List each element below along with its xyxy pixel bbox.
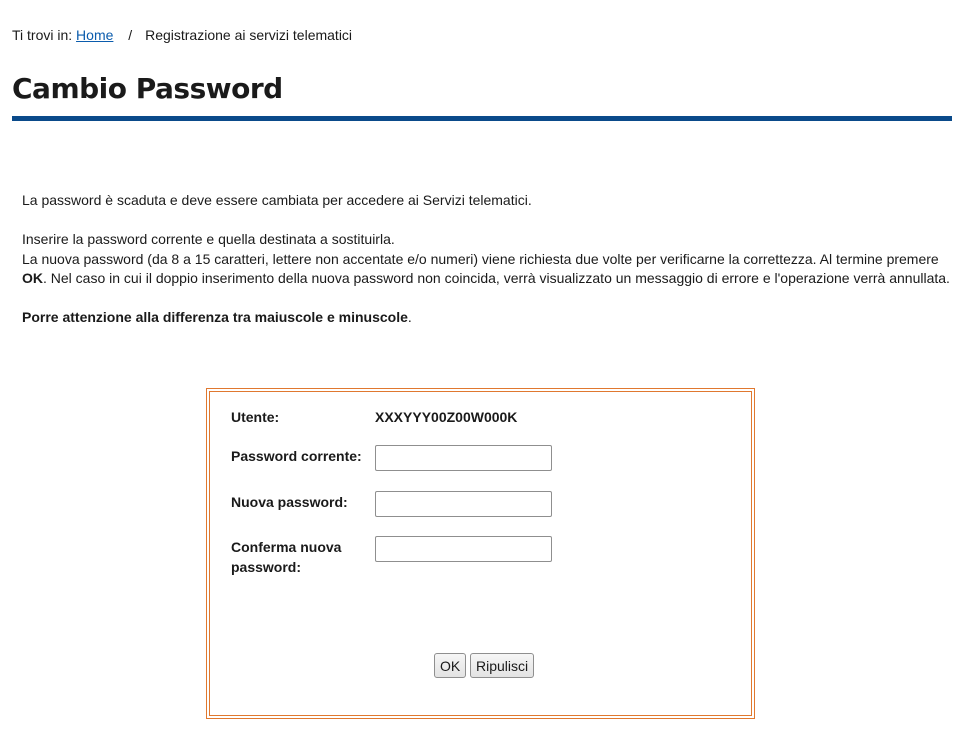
page-title: Cambio Password bbox=[12, 72, 283, 105]
new-password-input[interactable] bbox=[375, 491, 552, 517]
user-value: XXXYYY00Z00W000K bbox=[375, 409, 518, 425]
breadcrumb-current: Registrazione ai servizi telematici bbox=[145, 27, 353, 43]
current-password-label: Password corrente: bbox=[231, 448, 362, 464]
breadcrumb: Ti trovi in: Home / Registrazione ai ser… bbox=[12, 27, 352, 43]
breadcrumb-separator: / bbox=[128, 27, 133, 43]
confirm-password-input[interactable] bbox=[375, 536, 552, 562]
user-label: Utente: bbox=[231, 409, 280, 425]
current-password-input[interactable] bbox=[375, 445, 552, 471]
title-divider bbox=[12, 116, 952, 121]
password-form: Utente: XXXYYY00Z00W000K Password corren… bbox=[206, 388, 755, 719]
intro-case-warning: Porre attenzione alla differenza tra mai… bbox=[22, 309, 412, 325]
intro-instruction: Inserire la password corrente e quella d… bbox=[22, 231, 395, 247]
ok-button[interactable]: OK bbox=[434, 653, 467, 678]
confirm-password-label: Conferma nuova password: bbox=[231, 539, 342, 575]
reset-button[interactable]: Ripulisci bbox=[470, 653, 535, 678]
breadcrumb-home-link[interactable]: Home bbox=[76, 27, 113, 43]
intro-expired-notice: La password è scaduta e deve essere camb… bbox=[22, 192, 532, 208]
intro-password-rules: La nuova password (da 8 a 15 caratteri, … bbox=[22, 250, 950, 287]
breadcrumb-prefix: Ti trovi in: bbox=[12, 27, 73, 43]
new-password-label: Nuova password: bbox=[231, 494, 348, 510]
intro-text: La password è scaduta e deve essere camb… bbox=[22, 191, 952, 328]
intro-ok-keyword: OK bbox=[22, 270, 43, 286]
